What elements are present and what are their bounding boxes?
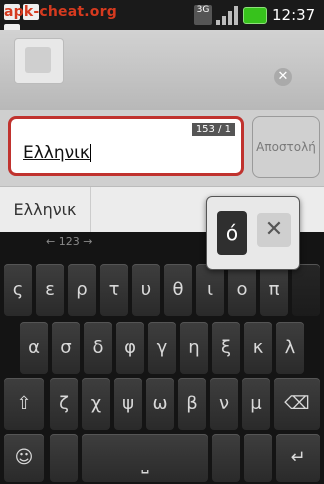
key[interactable]: ξ <box>212 322 240 374</box>
close-circle-icon[interactable]: ✕ <box>274 68 292 86</box>
key[interactable]: υ <box>132 264 160 316</box>
status-bar: apk-cheat.org 3G 12:37 <box>0 0 324 40</box>
character-counter: 153 / 1 <box>191 123 235 136</box>
send-button[interactable]: Αποστολή <box>252 116 320 178</box>
key[interactable]: ω <box>146 378 174 430</box>
enter-icon[interactable]: ↵ <box>276 434 320 482</box>
text-cursor <box>89 144 91 162</box>
key[interactable]: χ <box>82 378 110 430</box>
key[interactable]: τ <box>100 264 128 316</box>
key[interactable]: θ <box>164 264 192 316</box>
popup-key[interactable]: ό <box>217 211 247 255</box>
network-type-icon: 3G <box>194 5 212 25</box>
key[interactable]: ρ <box>68 264 96 316</box>
key[interactable]: μ <box>242 378 270 430</box>
battery-icon <box>243 7 267 24</box>
app-window: apk-cheat.org 3G 12:37 ✕ ! 153 / 1 Ελλην… <box>0 0 324 484</box>
message-text: Ελληνικ <box>23 143 91 163</box>
avatar[interactable] <box>14 38 64 84</box>
key[interactable]: γ <box>148 322 176 374</box>
key-filler[interactable] <box>50 434 78 482</box>
message-input[interactable]: 153 / 1 Ελληνικ <box>8 116 244 176</box>
watermark: apk-cheat.org <box>4 4 117 20</box>
key-filler[interactable] <box>212 434 240 482</box>
key[interactable]: α <box>20 322 48 374</box>
suggestion-item[interactable]: Ελληνικ <box>0 187 91 233</box>
key[interactable]: η <box>180 322 208 374</box>
key[interactable]: ι <box>196 264 224 316</box>
key[interactable]: ζ <box>50 378 78 430</box>
key[interactable]: ψ <box>114 378 142 430</box>
key[interactable]: π <box>260 264 288 316</box>
microphone-icon[interactable]: ☺ <box>4 434 44 482</box>
key[interactable]: κ <box>244 322 272 374</box>
compose-bar: 153 / 1 Ελληνικ Αποστολή <box>0 110 324 186</box>
recipient-card: ✕ ! <box>0 30 324 136</box>
key[interactable]: β <box>178 378 206 430</box>
space-icon[interactable]: ⎵ <box>82 434 208 482</box>
key[interactable]: φ <box>116 322 144 374</box>
key[interactable]: δ <box>84 322 112 374</box>
key[interactable]: λ <box>276 322 304 374</box>
key[interactable]: σ <box>52 322 80 374</box>
key[interactable]: ν <box>210 378 238 430</box>
backspace-icon[interactable]: ⌫ <box>274 378 320 430</box>
signal-icon <box>216 5 238 25</box>
key-filler[interactable] <box>292 264 320 316</box>
clock: 12:37 <box>272 6 316 24</box>
key[interactable]: ο <box>228 264 256 316</box>
close-icon[interactable]: ✕ <box>257 213 291 247</box>
key-preview-popup: ό ✕ <box>206 196 300 270</box>
key[interactable]: ς <box>4 264 32 316</box>
shift-icon[interactable]: ⇧ <box>4 378 44 430</box>
key[interactable]: ε <box>36 264 64 316</box>
key-filler[interactable] <box>244 434 272 482</box>
